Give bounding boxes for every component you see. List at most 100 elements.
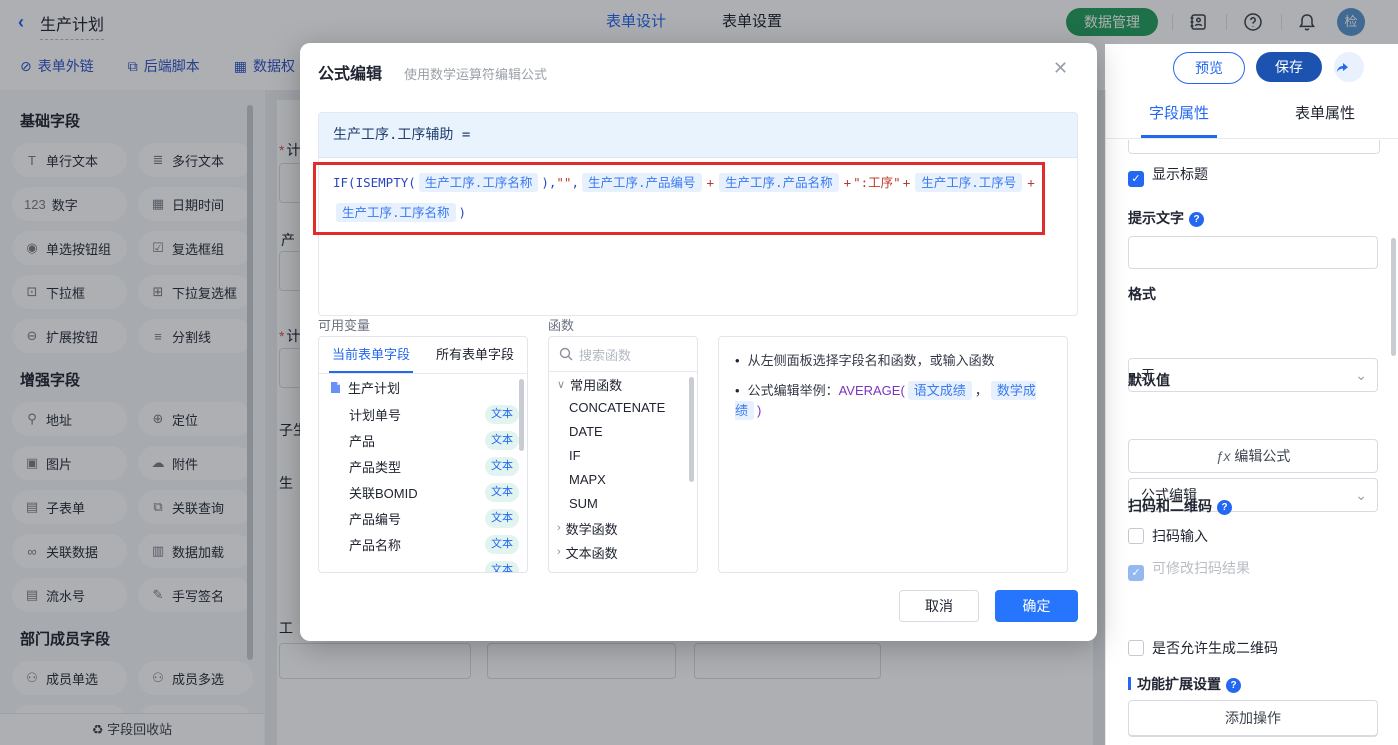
function-group-label: 文本函数	[565, 545, 618, 561]
function-item-IF[interactable]: IF	[549, 444, 697, 468]
function-group-数学函数[interactable]: › 数学函数	[549, 516, 697, 540]
formula-token: ":工序"	[853, 175, 901, 190]
formula-editor[interactable]: 生产工序.工序辅助 = IF(ISEMPTY(生产工序.工序名称),"", 生产工…	[318, 112, 1078, 316]
help-icon[interactable]: ?	[1217, 500, 1232, 515]
chevron-right-icon: ›	[557, 546, 561, 558]
properties-tabs: 字段属性 表单属性	[1106, 90, 1398, 139]
add-action-button[interactable]: 添加操作	[1128, 700, 1378, 736]
function-item-CONCATENATE[interactable]: CONCATENATE	[549, 396, 697, 420]
variables-panel: 当前表单字段 所有表单字段 生产计划 计划单号 文本 产品 文本 产品类型 文本 关联BOMID…	[318, 336, 528, 573]
type-badge: 文本	[485, 456, 519, 476]
help-icon[interactable]: ?	[1226, 678, 1241, 693]
functions-scrollbar[interactable]	[689, 377, 694, 482]
help-example: • 公式编辑举例：AVERAGE(语文成绩，数学成绩)	[735, 381, 1036, 420]
variable-name: 产品名称	[349, 537, 402, 553]
checkbox-unchecked-icon[interactable]	[1128, 640, 1144, 656]
scan-input-checkbox-row[interactable]: 扫码输入	[1128, 526, 1208, 546]
preview-button[interactable]: 预览	[1173, 52, 1245, 84]
field-token: 生产工序.工序号	[915, 173, 1023, 192]
function-group-文本函数[interactable]: › 文本函数	[549, 540, 697, 564]
qr-allow-checkbox-row[interactable]: 是否允许生成二维码	[1128, 638, 1278, 658]
extension-section-label: 功能扩展设置?	[1128, 674, 1241, 694]
formula-token: )	[458, 205, 467, 220]
variable-row[interactable]: 计划单号 文本	[319, 401, 527, 427]
chevron-right-icon: ›	[557, 522, 561, 534]
field-token: 生产工序.产品名称	[719, 173, 839, 192]
modal-mask-top	[0, 0, 1398, 44]
type-badge: 文本	[485, 534, 519, 554]
chevron-down-icon: ⌄	[1355, 367, 1367, 383]
form-designer-page: ‹ 生产计划 表单设计 表单设置 数据管理 检 ⊘ 表单外链 ⧉ 后端脚本 ▦ 数据权 预览…	[0, 0, 1398, 745]
form-root-label: 生产计划	[348, 381, 401, 396]
title-input-partial[interactable]	[1128, 140, 1380, 154]
function-search[interactable]: 搜索函数	[549, 337, 697, 372]
field-token: 生产工序.工序名称	[336, 203, 456, 222]
variables-tab-当前表单字段[interactable]: 当前表单字段	[319, 337, 423, 373]
modal-title: 公式编辑	[318, 66, 383, 83]
share-arrow-icon	[1337, 63, 1348, 72]
function-item-MAPX[interactable]: MAPX	[549, 468, 697, 492]
panel-scrollbar[interactable]	[1391, 238, 1396, 356]
function-group-label: 常用函数	[570, 377, 623, 393]
formula-edit-modal: 公式编辑 使用数学运算符编辑公式 ✕ 生产工序.工序辅助 = IF(ISEMPT…	[300, 43, 1097, 641]
function-group-常用函数[interactable]: ∨ 常用函数	[549, 372, 697, 396]
variable-row[interactable]: 关联BOMID 文本	[319, 479, 527, 505]
field-token: 生产工序.产品编号	[581, 173, 702, 192]
hint-text-label: 提示文字?	[1128, 208, 1204, 228]
formula-token: +	[843, 175, 852, 190]
help-tip: • 从左侧面板选择字段名和函数，或输入函数	[735, 353, 995, 368]
field-token: 语文成绩	[907, 381, 972, 400]
variable-row[interactable]: 产品名称 文本	[319, 531, 527, 557]
close-icon[interactable]: ✕	[1053, 58, 1068, 79]
checkbox-checked-icon[interactable]: ✓	[1128, 171, 1144, 187]
variable-name: 关联BOMID	[349, 485, 418, 501]
save-button[interactable]: 保存	[1256, 52, 1322, 82]
formula-target: 生产工序.工序辅助 =	[319, 113, 1077, 158]
properties-tab-表单属性[interactable]: 表单属性	[1252, 90, 1398, 138]
variable-name: 产品类型	[349, 459, 402, 475]
chevron-down-icon: ⌄	[1355, 487, 1367, 503]
functions-label: 函数	[548, 318, 575, 333]
checkbox-unchecked-icon[interactable]	[1128, 528, 1144, 544]
formula-expression[interactable]: IF(ISEMPTY(生产工序.工序名称),"", 生产工序.产品编号 + 生产工序.…	[319, 158, 1077, 238]
cancel-button[interactable]: 取消	[899, 590, 979, 622]
variables-scrollbar[interactable]	[519, 379, 524, 451]
hint-text-input[interactable]	[1128, 236, 1378, 269]
fx-icon: ƒx	[1215, 448, 1231, 464]
formula-token: ),	[541, 175, 557, 190]
variable-row[interactable]: 文本	[319, 557, 527, 572]
search-placeholder: 搜索函数	[579, 347, 632, 363]
formula-token: +	[706, 175, 715, 190]
chevron-down-icon: ∨	[557, 378, 566, 391]
default-value-label: 默认值	[1128, 372, 1170, 388]
edit-formula-button[interactable]: ƒx 编辑公式	[1128, 439, 1378, 473]
modal-subtitle: 使用数学运算符编辑公式	[404, 67, 548, 82]
properties-tab-字段属性[interactable]: 字段属性	[1106, 90, 1252, 138]
show-title-checkbox-row[interactable]: ✓ 显示标题	[1128, 164, 1208, 187]
example-token: ，	[974, 383, 988, 398]
formula-line: 生产工序.工序名称)	[333, 198, 1063, 228]
example-token: )	[757, 403, 762, 418]
function-group-label: 数学函数	[565, 521, 618, 537]
type-badge: 文本	[485, 508, 519, 528]
variable-row[interactable]: 产品类型 文本	[319, 453, 527, 479]
share-button[interactable]	[1334, 52, 1364, 82]
formula-token: +	[1027, 175, 1035, 190]
variables-tab-所有表单字段[interactable]: 所有表单字段	[423, 337, 527, 373]
variables-label: 可用变量	[318, 318, 371, 333]
form-root-node[interactable]: 生产计划	[319, 374, 527, 401]
variable-row[interactable]: 产品 文本	[319, 427, 527, 453]
scan-section-label: 扫码和二维码?	[1128, 496, 1232, 516]
formula-token: ,	[571, 175, 579, 190]
help-icon[interactable]: ?	[1189, 212, 1204, 227]
help-panel: • 从左侧面板选择字段名和函数，或输入函数 • 公式编辑举例：AVERAGE(语文成…	[718, 336, 1068, 573]
confirm-button[interactable]: 确定	[995, 590, 1078, 622]
function-item-DATE[interactable]: DATE	[549, 420, 697, 444]
variable-row[interactable]: 产品编号 文本	[319, 505, 527, 531]
variables-tabs: 当前表单字段 所有表单字段	[319, 337, 527, 374]
formula-token: IF(ISEMPTY(	[333, 175, 416, 190]
formula-token: +	[902, 175, 911, 190]
variable-name: 产品编号	[349, 511, 402, 527]
function-item-SUM[interactable]: SUM	[549, 492, 697, 516]
field-token: 生产工序.工序名称	[418, 173, 539, 192]
